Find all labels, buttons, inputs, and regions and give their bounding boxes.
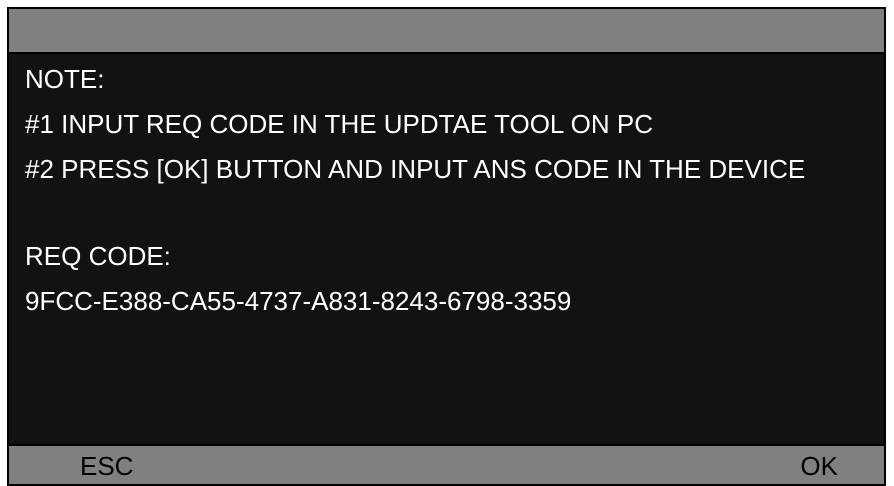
req-code-value: 9FCC-E388-CA55-4737-A831-8243-6798-3359 (25, 286, 572, 316)
req-code-label: REQ CODE: (25, 241, 171, 271)
device-screen: NOTE: #1 INPUT REQ CODE IN THE UPDTAE TO… (7, 7, 886, 486)
note-step-1: #1 INPUT REQ CODE IN THE UPDTAE TOOL ON … (25, 109, 653, 139)
note-heading: NOTE: (25, 64, 105, 94)
content-area: NOTE: #1 INPUT REQ CODE IN THE UPDTAE TO… (25, 57, 874, 324)
esc-button[interactable]: ESC (80, 446, 133, 486)
ok-button[interactable]: OK (800, 446, 838, 486)
note-step-2: #2 PRESS [OK] BUTTON AND INPUT ANS CODE … (25, 154, 806, 184)
title-bar (9, 9, 884, 54)
softkey-bar: ESC OK (9, 444, 884, 484)
